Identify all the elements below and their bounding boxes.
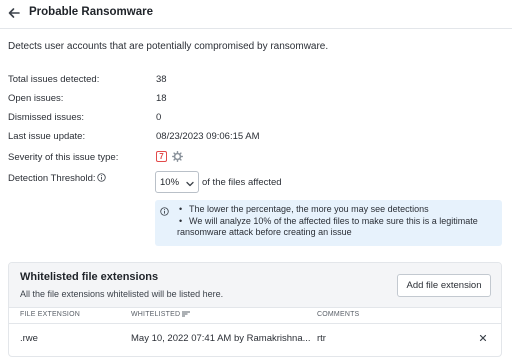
note-item: • The lower the percentage, the more you …: [179, 204, 429, 214]
info-circle-icon: [160, 207, 169, 216]
info-circle-icon[interactable]: [97, 173, 106, 182]
column-header-comments[interactable]: COMMENTS: [317, 311, 359, 318]
note-item-continuation: ransomware attack before creating an iss…: [177, 227, 478, 239]
whitelist-subtitle: All the file extensions whitelisted will…: [20, 289, 224, 299]
open-issues-value: 18: [156, 93, 167, 104]
chevron-down-icon: [186, 179, 194, 187]
threshold-suffix: of the files affected: [202, 177, 282, 188]
threshold-info-note: • The lower the percentage, the more you …: [155, 200, 502, 246]
note-bullet-1-text: The lower the percentage, the more you m…: [189, 204, 429, 214]
add-file-extension-button[interactable]: Add file extension: [397, 274, 491, 297]
last-update-value: 08/23/2023 09:06:15 AM: [156, 131, 260, 142]
page-description: Detects user accounts that are potential…: [8, 41, 329, 52]
row-whitelisted: May 10, 2022 07:41 AM by Ramakrishna...: [131, 333, 311, 344]
threshold-label: Detection Threshold:: [8, 173, 96, 184]
whitelist-title: Whitelisted file extensions: [20, 271, 159, 283]
column-header-file-extension[interactable]: FILE EXTENSION: [20, 311, 80, 318]
open-issues-label: Open issues:: [8, 93, 64, 104]
table-header-divider: [9, 323, 501, 324]
row-comments: rtr: [317, 333, 326, 344]
back-arrow-icon[interactable]: [7, 6, 21, 20]
dismissed-issues-label: Dismissed issues:: [8, 112, 85, 123]
note-list: • The lower the percentage, the more you …: [177, 204, 478, 239]
severity-label: Severity of this issue type:: [8, 152, 119, 163]
total-issues-label: Total issues detected:: [8, 74, 100, 85]
dismissed-issues-value: 0: [156, 112, 162, 123]
threshold-selected-value: 10%: [160, 177, 180, 188]
sort-icon: [182, 311, 191, 317]
severity-badge: 7: [156, 151, 167, 162]
close-icon[interactable]: [478, 333, 488, 343]
page-title: Probable Ransomware: [29, 6, 153, 18]
column-header-whitelisted[interactable]: WHITELISTED: [131, 311, 191, 318]
last-update-label: Last issue update:: [8, 131, 86, 142]
note-bullet-2-text-cont: ransomware attack before creating an iss…: [177, 227, 352, 237]
note-bullet-2-text: We will analyze 10% of the affected file…: [189, 215, 478, 226]
whitelist-header: Whitelisted file extensions All the file…: [9, 263, 501, 308]
row-extension: .rwe: [20, 333, 38, 344]
page-header: Probable Ransomware: [0, 0, 512, 29]
whitelist-panel: Whitelisted file extensions All the file…: [8, 262, 502, 357]
total-issues-value: 38: [156, 74, 167, 85]
threshold-select[interactable]: 10%: [155, 171, 199, 193]
gear-icon[interactable]: [172, 151, 183, 162]
note-item: • We will analyze 10% of the affected fil…: [179, 215, 478, 226]
column-header-whitelisted-label: WHITELISTED: [131, 311, 181, 318]
